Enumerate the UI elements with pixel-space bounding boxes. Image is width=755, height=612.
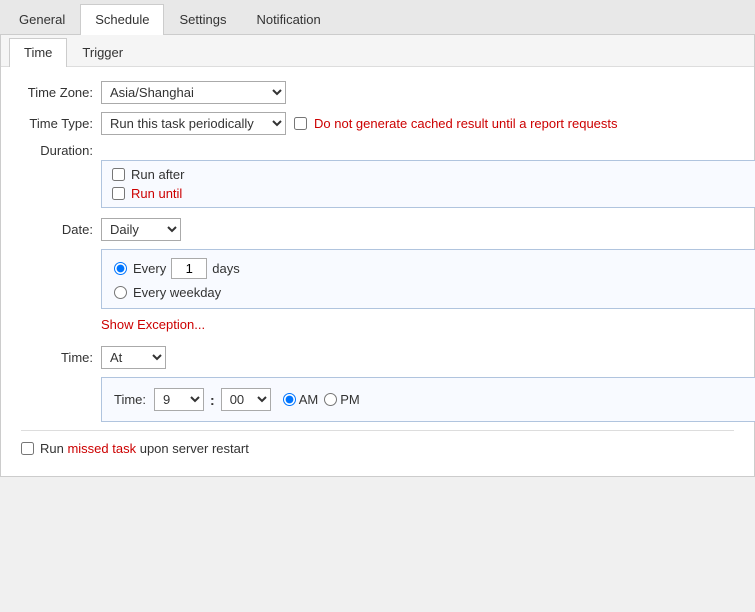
missed-task-checkbox[interactable] [21,442,34,455]
tab-notification[interactable]: Notification [241,4,335,34]
sub-tab-trigger[interactable]: Trigger [67,38,138,66]
timetype-label: Time Type: [21,116,101,131]
min-select[interactable]: 00 15 30 45 [221,388,271,411]
run-until-label: Run until [131,186,182,201]
pm-radio[interactable] [324,393,337,406]
every-label: Every [133,261,166,276]
cached-label[interactable]: Do not generate cached result until a re… [294,116,618,131]
days-label: days [212,261,239,276]
tab-settings[interactable]: Settings [164,4,241,34]
divider [21,430,734,431]
duration-title: Duration: [21,143,101,158]
timezone-select[interactable]: Asia/Shanghai UTC America/New_York Europ… [101,81,286,104]
time-colon: : [210,392,215,408]
duration-section: Duration: Run after Run until [21,143,734,208]
time-inner-row: Time: 1234 5678 9101112 : 00 15 30 45 AM [114,388,748,411]
main-content: Time Trigger Time Zone: Asia/Shanghai UT… [0,35,755,477]
am-radio-label[interactable]: AM [283,392,319,407]
at-select[interactable]: At Every [101,346,166,369]
tab-general[interactable]: General [4,4,80,34]
date-select[interactable]: Daily Weekly Monthly Yearly [101,218,181,241]
timetype-select[interactable]: Run this task periodically Run once Run … [101,112,286,135]
time-inner-box: Time: 1234 5678 9101112 : 00 15 30 45 AM [101,377,755,422]
cached-checkbox[interactable] [294,117,307,130]
time-inner-label: Time: [114,392,146,407]
time-at-row: Time: At Every [21,346,734,369]
run-until-checkbox[interactable] [112,187,125,200]
days-input[interactable] [171,258,207,279]
every-weekday-row: Every weekday [114,285,748,300]
am-label: AM [299,392,319,407]
ampm-radio-group: AM PM [283,392,360,407]
run-after-checkbox[interactable] [112,168,125,181]
date-label: Date: [21,222,101,237]
tab-schedule[interactable]: Schedule [80,4,164,35]
form-area: Time Zone: Asia/Shanghai UTC America/New… [1,67,754,476]
sub-tabs-bar: Time Trigger [1,35,754,67]
time-at-label: Time: [21,350,101,365]
every-weekday-label: Every weekday [133,285,221,300]
duration-box: Run after Run until [101,160,755,208]
date-row: Date: Daily Weekly Monthly Yearly [21,218,734,241]
bottom-row: Run missed task upon server restart [21,441,734,456]
run-until-row: Run until [112,186,750,201]
duration-label-row: Duration: [21,143,734,158]
recurrence-box: Every days Every weekday [101,249,755,309]
hour-select[interactable]: 1234 5678 9101112 [154,388,204,411]
sub-tab-time[interactable]: Time [9,38,67,67]
cached-text: Do not generate cached result until a re… [314,116,618,131]
pm-label: PM [340,392,360,407]
am-radio[interactable] [283,393,296,406]
every-weekday-radio[interactable] [114,286,127,299]
run-after-row: Run after [112,167,750,182]
missed-task-label: Run missed task upon server restart [40,441,249,456]
run-after-label: Run after [131,167,184,182]
timezone-label: Time Zone: [21,85,101,100]
every-days-radio[interactable] [114,262,127,275]
timetype-row: Time Type: Run this task periodically Ru… [21,112,734,135]
every-days-row: Every days [114,258,748,279]
timezone-row: Time Zone: Asia/Shanghai UTC America/New… [21,81,734,104]
pm-radio-label[interactable]: PM [324,392,360,407]
show-exception-link[interactable]: Show Exception... [101,317,205,332]
top-tabs-bar: General Schedule Settings Notification [0,0,755,35]
